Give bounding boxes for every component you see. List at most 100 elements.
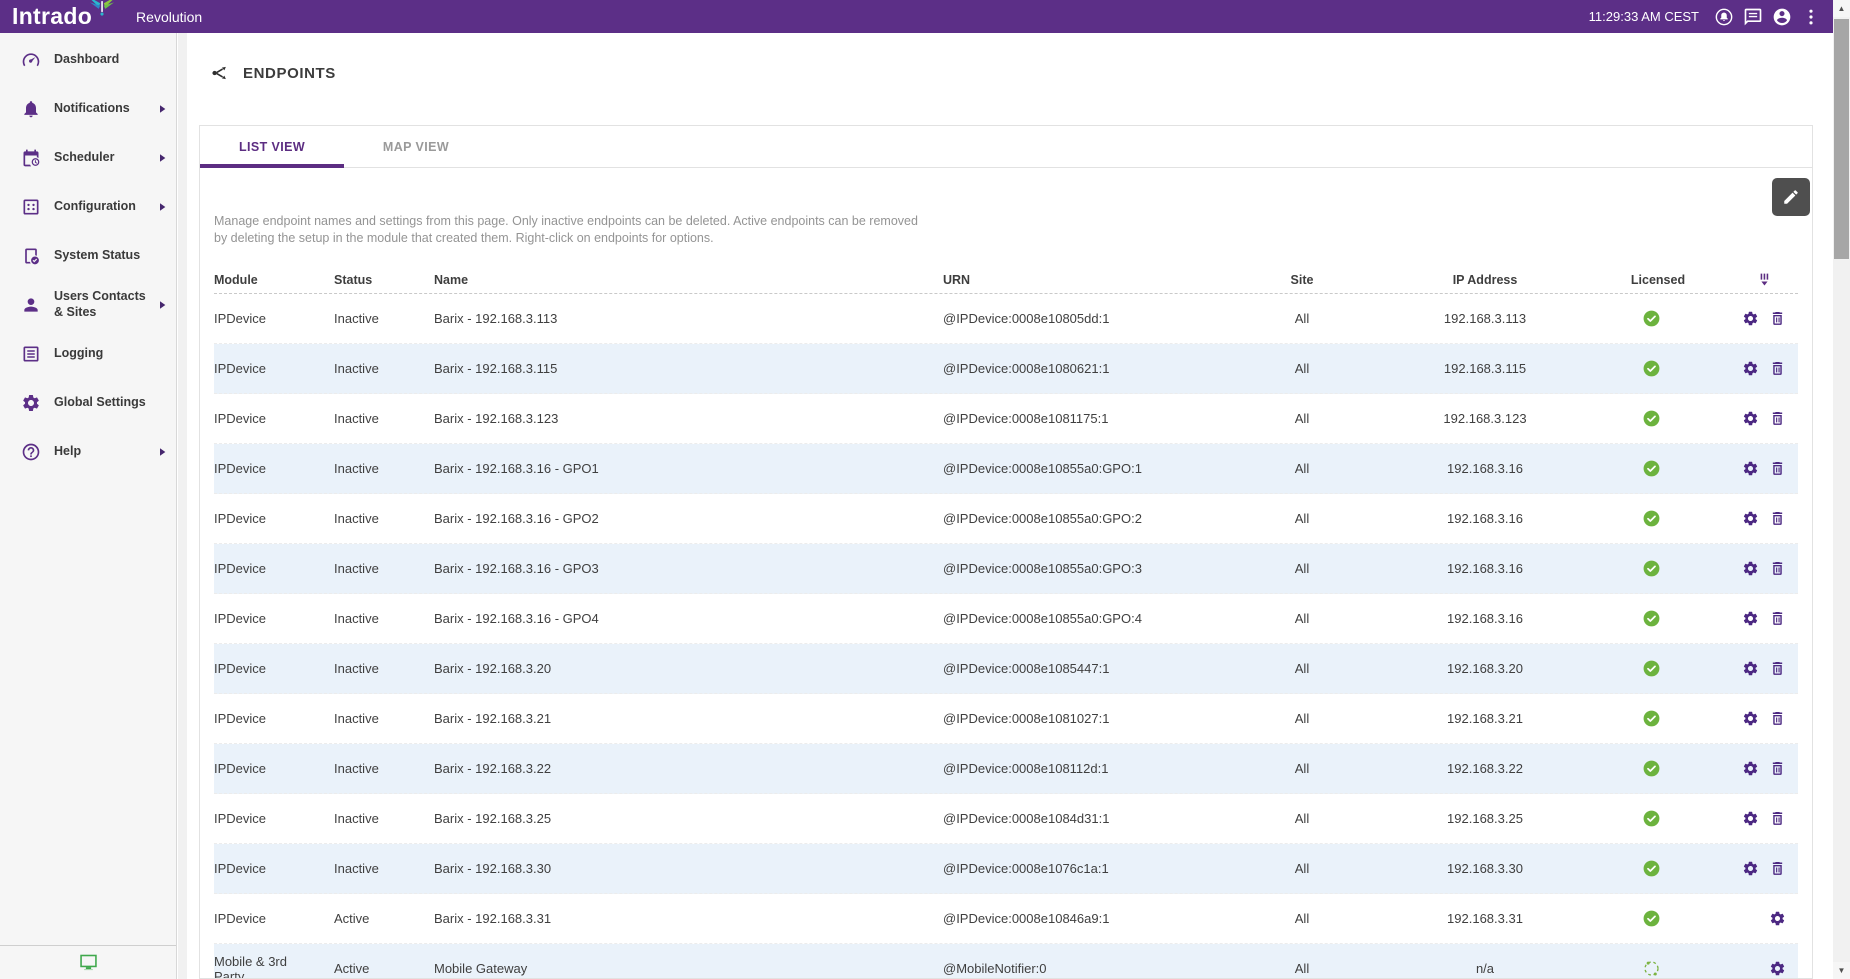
cell-module: IPDevice — [214, 911, 334, 926]
table-row[interactable]: IPDeviceInactiveBarix - 192.168.3.16 - G… — [214, 494, 1798, 544]
scrollbar[interactable]: ▲ ▼ — [1833, 0, 1850, 979]
table-row[interactable]: IPDeviceInactiveBarix - 192.168.3.115@IP… — [214, 344, 1798, 394]
cell-site: All — [1257, 411, 1347, 426]
table-row[interactable]: IPDeviceInactiveBarix - 192.168.3.25@IPD… — [214, 794, 1798, 844]
cell-ip: 192.168.3.25 — [1347, 811, 1623, 826]
sidebar-item-help[interactable]: Help — [0, 427, 176, 476]
table-row[interactable]: IPDeviceInactiveBarix - 192.168.3.30@IPD… — [214, 844, 1798, 894]
cell-status: Inactive — [334, 861, 434, 876]
row-delete-trash-icon[interactable] — [1769, 460, 1786, 477]
row-settings-gear-icon[interactable] — [1742, 310, 1759, 327]
sidebar-item-scheduler[interactable]: Scheduler — [0, 133, 176, 182]
cell-module: IPDevice — [214, 361, 334, 376]
table-row[interactable]: Mobile & 3rd PartyActiveMobile Gateway@M… — [214, 944, 1798, 979]
row-delete-trash-icon[interactable] — [1769, 660, 1786, 677]
feedback-icon[interactable] — [1743, 7, 1763, 27]
row-settings-gear-icon[interactable] — [1742, 510, 1759, 527]
endpoints-table: Module Status Name URN Site IP Address L… — [214, 266, 1798, 979]
row-delete-trash-icon[interactable] — [1769, 410, 1786, 427]
monitor-icon[interactable] — [77, 952, 100, 973]
sidebar-item-configuration[interactable]: Configuration — [0, 182, 176, 231]
cell-name: Barix - 192.168.3.22 — [434, 761, 943, 776]
table-row[interactable]: IPDeviceInactiveBarix - 192.168.3.16 - G… — [214, 594, 1798, 644]
cell-urn: @IPDevice:0008e10846a9:1 — [943, 911, 1257, 926]
sidebar-nav: Dashboard Notifications SchedulerConfigura… — [0, 33, 176, 476]
row-settings-gear-icon[interactable] — [1769, 960, 1786, 977]
licensed-check-icon — [1642, 559, 1661, 578]
row-delete-trash-icon[interactable] — [1769, 810, 1786, 827]
scrollbar-up-icon[interactable]: ▲ — [1833, 0, 1850, 17]
row-settings-gear-icon[interactable] — [1742, 460, 1759, 477]
row-settings-gear-icon[interactable] — [1742, 810, 1759, 827]
column-header-site: Site — [1257, 273, 1347, 287]
row-delete-trash-icon[interactable] — [1769, 510, 1786, 527]
row-settings-gear-icon[interactable] — [1742, 560, 1759, 577]
scrollbar-down-icon[interactable]: ▼ — [1833, 962, 1850, 979]
cell-licensed — [1623, 359, 1693, 378]
row-delete-trash-icon[interactable] — [1769, 360, 1786, 377]
cell-urn: @IPDevice:0008e10855a0:GPO:2 — [943, 511, 1257, 526]
row-settings-gear-icon[interactable] — [1742, 860, 1759, 877]
sidebar-item-users-contacts-sites[interactable]: Users Contacts & Sites — [0, 280, 176, 329]
row-settings-gear-icon[interactable] — [1742, 360, 1759, 377]
sidebar-item-label: Notifications — [54, 101, 130, 117]
cell-name: Barix - 192.168.3.31 — [434, 911, 943, 926]
logo-text: Intrado — [12, 3, 92, 29]
account-icon[interactable] — [1772, 7, 1792, 27]
licensed-check-icon — [1642, 359, 1661, 378]
row-delete-trash-icon[interactable] — [1769, 860, 1786, 877]
cell-module: IPDevice — [214, 611, 334, 626]
cell-name: Barix - 192.168.3.25 — [434, 811, 943, 826]
sidebar-item-dashboard[interactable]: Dashboard — [0, 35, 176, 84]
cell-site: All — [1257, 511, 1347, 526]
sidebar-item-global-settings[interactable]: Global Settings — [0, 378, 176, 427]
row-settings-gear-icon[interactable] — [1742, 410, 1759, 427]
column-filter-icon[interactable] — [1756, 271, 1774, 289]
table-row[interactable]: IPDeviceInactiveBarix - 192.168.3.20@IPD… — [214, 644, 1798, 694]
cell-urn: @MobileNotifier:0 — [943, 961, 1257, 976]
row-settings-gear-icon[interactable] — [1742, 710, 1759, 727]
edit-button[interactable] — [1772, 178, 1810, 216]
row-delete-trash-icon[interactable] — [1769, 610, 1786, 627]
row-actions — [1693, 710, 1798, 727]
table-row[interactable]: IPDeviceInactiveBarix - 192.168.3.123@IP… — [214, 394, 1798, 444]
sidebar-item-system-status[interactable]: System Status — [0, 231, 176, 280]
row-actions — [1693, 910, 1798, 927]
product-name: Revolution — [136, 9, 202, 25]
table-row[interactable]: IPDeviceInactiveBarix - 192.168.3.16 - G… — [214, 544, 1798, 594]
row-settings-gear-icon[interactable] — [1742, 760, 1759, 777]
licensed-check-icon — [1642, 759, 1661, 778]
scrollbar-thumb[interactable] — [1834, 19, 1849, 259]
table-row[interactable]: IPDeviceInactiveBarix - 192.168.3.113@IP… — [214, 294, 1798, 344]
cell-licensed — [1623, 609, 1693, 628]
more-menu-icon[interactable] — [1801, 7, 1821, 27]
configuration-icon — [21, 197, 41, 217]
cell-status: Active — [334, 961, 434, 976]
cell-urn: @IPDevice:0008e108112d:1 — [943, 761, 1257, 776]
alarm-icon[interactable] — [1714, 7, 1734, 27]
table-row[interactable]: IPDeviceInactiveBarix - 192.168.3.22@IPD… — [214, 744, 1798, 794]
cell-ip: 192.168.3.20 — [1347, 661, 1623, 676]
sidebar-item-logging[interactable]: Logging — [0, 329, 176, 378]
table-row[interactable]: IPDeviceInactiveBarix - 192.168.3.21@IPD… — [214, 694, 1798, 744]
table-row[interactable]: IPDeviceInactiveBarix - 192.168.3.16 - G… — [214, 444, 1798, 494]
tab-list-view[interactable]: LIST VIEW — [200, 126, 344, 167]
tab-map-view[interactable]: MAP VIEW — [344, 126, 488, 167]
sidebar-item-label: Help — [54, 444, 81, 460]
calendar-clock-icon — [21, 148, 41, 168]
row-settings-gear-icon[interactable] — [1769, 910, 1786, 927]
cell-site: All — [1257, 661, 1347, 676]
sidebar-item-notifications[interactable]: Notifications — [0, 84, 176, 133]
cell-urn: @IPDevice:0008e1085447:1 — [943, 661, 1257, 676]
table-row[interactable]: IPDeviceActiveBarix - 192.168.3.31@IPDev… — [214, 894, 1798, 944]
row-actions — [1693, 960, 1798, 977]
cell-module: Mobile & 3rd Party — [214, 954, 334, 979]
row-delete-trash-icon[interactable] — [1769, 310, 1786, 327]
row-settings-gear-icon[interactable] — [1742, 610, 1759, 627]
person-icon — [21, 295, 41, 315]
row-delete-trash-icon[interactable] — [1769, 760, 1786, 777]
row-delete-trash-icon[interactable] — [1769, 560, 1786, 577]
row-delete-trash-icon[interactable] — [1769, 710, 1786, 727]
cell-name: Barix - 192.168.3.16 - GPO4 — [434, 611, 943, 626]
row-settings-gear-icon[interactable] — [1742, 660, 1759, 677]
